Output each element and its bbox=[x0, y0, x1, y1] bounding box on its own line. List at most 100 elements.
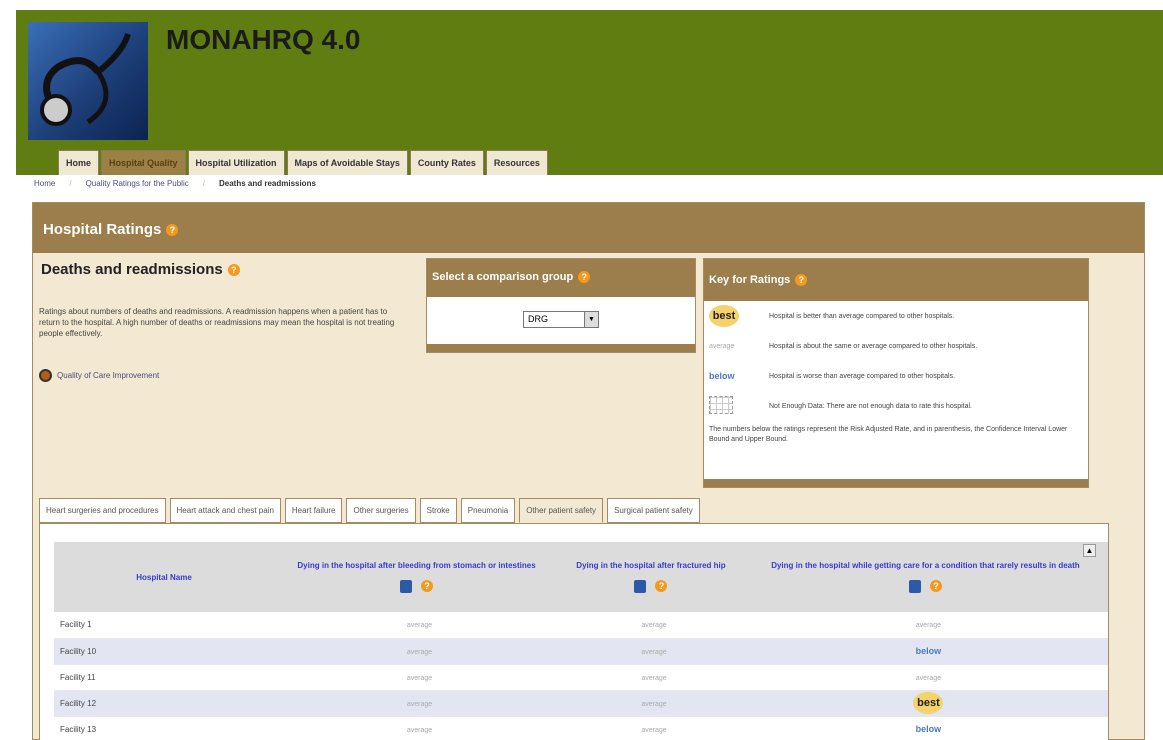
scroll-up-button[interactable]: ▲ bbox=[1083, 544, 1096, 557]
nav-tab-maps[interactable]: Maps of Avoidable Stays bbox=[286, 150, 408, 175]
breadcrumb-separator: / bbox=[69, 179, 72, 188]
col-gi-bleeding: Dying in the hospital after bleeding fro… bbox=[274, 542, 560, 612]
help-icon[interactable]: ? bbox=[578, 271, 591, 284]
stethoscope-logo bbox=[28, 22, 148, 140]
key-text: Not Enough Data: There are not enough da… bbox=[769, 402, 973, 410]
rating-cell: average bbox=[559, 716, 743, 740]
help-icon[interactable]: ? bbox=[655, 580, 668, 592]
tab-heart-surgeries[interactable]: Heart surgeries and procedures bbox=[39, 498, 166, 523]
col-fractured-hip-label[interactable]: Dying in the hospital after fractured hi… bbox=[565, 561, 737, 570]
chevron-down-icon[interactable]: ▼ bbox=[584, 311, 598, 327]
breadcrumb-current: Deaths and readmissions bbox=[218, 179, 316, 188]
average-rating-icon: average bbox=[406, 674, 433, 682]
breadcrumb: Home / Quality Ratings for the Public / … bbox=[34, 179, 316, 188]
average-rating-icon: average bbox=[641, 700, 667, 708]
rating-cell: average bbox=[274, 690, 560, 717]
key-footer bbox=[704, 479, 1088, 487]
section-title-text: Deaths and readmissions bbox=[41, 261, 223, 278]
quality-improvement-link[interactable]: Quality of Care Improvement bbox=[39, 369, 159, 382]
comparison-footer bbox=[427, 344, 695, 352]
category-tabs: Heart surgeries and procedures Heart att… bbox=[39, 498, 700, 523]
nav-tab-hospital-quality[interactable]: Hospital Quality bbox=[101, 150, 186, 175]
tab-other-surgeries[interactable]: Other surgeries bbox=[346, 498, 416, 523]
comparison-body: DRG ▼ bbox=[427, 297, 695, 328]
not-enough-data-icon bbox=[709, 396, 733, 414]
key-title: Key for Ratings bbox=[709, 274, 791, 286]
facility-name[interactable]: Facility 1 bbox=[54, 612, 274, 639]
tab-stroke[interactable]: Stroke bbox=[419, 498, 457, 523]
table-row: Facility 1 average average average bbox=[54, 612, 1108, 639]
table-header-row: Hospital Name Dying in the hospital afte… bbox=[54, 542, 1108, 612]
facility-name[interactable]: Facility 10 bbox=[54, 638, 274, 665]
average-rating-icon: average bbox=[406, 726, 433, 734]
key-row-best: best Hospital is better than average com… bbox=[704, 301, 1088, 331]
help-icon[interactable]: ? bbox=[166, 224, 179, 237]
nav-tab-county-rates[interactable]: County Rates bbox=[409, 150, 484, 175]
below-rating-icon: below bbox=[915, 646, 942, 656]
comparison-header: Select a comparison group? bbox=[427, 259, 695, 297]
rating-cell: average bbox=[559, 612, 743, 639]
main-nav: Home Hospital Quality Hospital Utilizati… bbox=[58, 150, 548, 175]
ratings-table: Hospital Name Dying in the hospital afte… bbox=[54, 542, 1108, 740]
tab-heart-attack[interactable]: Heart attack and chest pain bbox=[169, 498, 281, 523]
average-rating-icon: average bbox=[641, 726, 667, 734]
comparison-select[interactable]: DRG ▼ bbox=[523, 310, 599, 328]
details-icon[interactable] bbox=[908, 580, 921, 593]
breadcrumb-quality-ratings[interactable]: Quality Ratings for the Public bbox=[86, 179, 189, 188]
col-gi-bleeding-label[interactable]: Dying in the hospital after bleeding fro… bbox=[280, 561, 553, 570]
rating-cell: below bbox=[742, 638, 1108, 665]
below-rating-icon: below bbox=[709, 371, 735, 381]
average-rating-icon: average bbox=[709, 342, 735, 350]
rating-cell: average bbox=[742, 612, 1108, 639]
help-icon[interactable]: ? bbox=[421, 580, 434, 592]
col-rare-death-label[interactable]: Dying in the hospital while getting care… bbox=[749, 561, 1102, 570]
col-hospital-name-label[interactable]: Hospital Name bbox=[136, 573, 192, 582]
table-body: Facility 1 average average average Facility … bbox=[54, 612, 1108, 740]
average-rating-icon: average bbox=[406, 648, 433, 656]
nav-tab-resources[interactable]: Resources bbox=[485, 150, 548, 175]
help-icon[interactable]: ? bbox=[795, 274, 808, 287]
tab-other-patient-safety[interactable]: Other patient safety bbox=[519, 498, 604, 523]
nav-tab-home[interactable]: Home bbox=[58, 150, 100, 175]
help-icon[interactable]: ? bbox=[929, 580, 942, 592]
tab-surgical-patient-safety[interactable]: Surgical patient safety bbox=[607, 498, 700, 523]
hospital-ratings-panel: Hospital Ratings? Deaths and readmission… bbox=[32, 202, 1145, 740]
average-rating-icon: average bbox=[915, 674, 942, 682]
facility-name[interactable]: Facility 13 bbox=[54, 716, 274, 740]
key-header: Key for Ratings? bbox=[704, 259, 1088, 301]
average-rating-icon: average bbox=[641, 674, 667, 682]
col-hospital-name[interactable]: Hospital Name bbox=[54, 542, 274, 612]
details-icon[interactable] bbox=[634, 580, 647, 593]
table-row: Facility 12 average average best bbox=[54, 690, 1108, 717]
col-fractured-hip: Dying in the hospital after fractured hi… bbox=[559, 542, 743, 612]
key-text: Hospital is worse than average compared … bbox=[769, 372, 955, 380]
rating-cell: average bbox=[274, 664, 560, 691]
nav-tab-hospital-utilization[interactable]: Hospital Utilization bbox=[187, 150, 285, 175]
improvement-icon bbox=[39, 369, 52, 382]
col-rare-death: Dying in the hospital while getting care… bbox=[742, 542, 1108, 612]
average-rating-icon: average bbox=[915, 622, 942, 630]
breadcrumb-separator: / bbox=[202, 179, 205, 188]
help-icon[interactable]: ? bbox=[227, 264, 240, 277]
details-icon[interactable] bbox=[400, 580, 413, 593]
key-text: Hospital is about the same or average co… bbox=[769, 342, 978, 350]
rating-cell: average bbox=[559, 664, 743, 691]
average-rating-icon: average bbox=[406, 700, 433, 708]
below-rating-icon: below bbox=[915, 724, 942, 734]
rating-cell: average bbox=[742, 664, 1108, 691]
ratings-title: Hospital Ratings bbox=[43, 221, 162, 238]
intro-text: Ratings about numbers of deaths and read… bbox=[39, 307, 395, 338]
tab-pneumonia[interactable]: Pneumonia bbox=[460, 498, 516, 523]
ratings-key-box: Key for Ratings? best Hospital is better… bbox=[703, 258, 1089, 488]
comparison-select-value: DRG bbox=[528, 314, 548, 324]
key-row-below: below Hospital is worse than average com… bbox=[704, 361, 1088, 391]
tab-heart-failure[interactable]: Heart failure bbox=[284, 498, 343, 523]
breadcrumb-home[interactable]: Home bbox=[34, 179, 55, 188]
improvement-link-text[interactable]: Quality of Care Improvement bbox=[57, 371, 159, 380]
best-rating-icon: best bbox=[709, 305, 739, 327]
facility-name[interactable]: Facility 11 bbox=[54, 664, 274, 691]
key-row-average: average Hospital is about the same or av… bbox=[704, 331, 1088, 361]
facility-name[interactable]: Facility 12 bbox=[54, 690, 274, 717]
key-row-not-enough-data: Not Enough Data: There are not enough da… bbox=[704, 391, 1088, 421]
app-title: MONAHRQ 4.0 bbox=[166, 24, 361, 55]
